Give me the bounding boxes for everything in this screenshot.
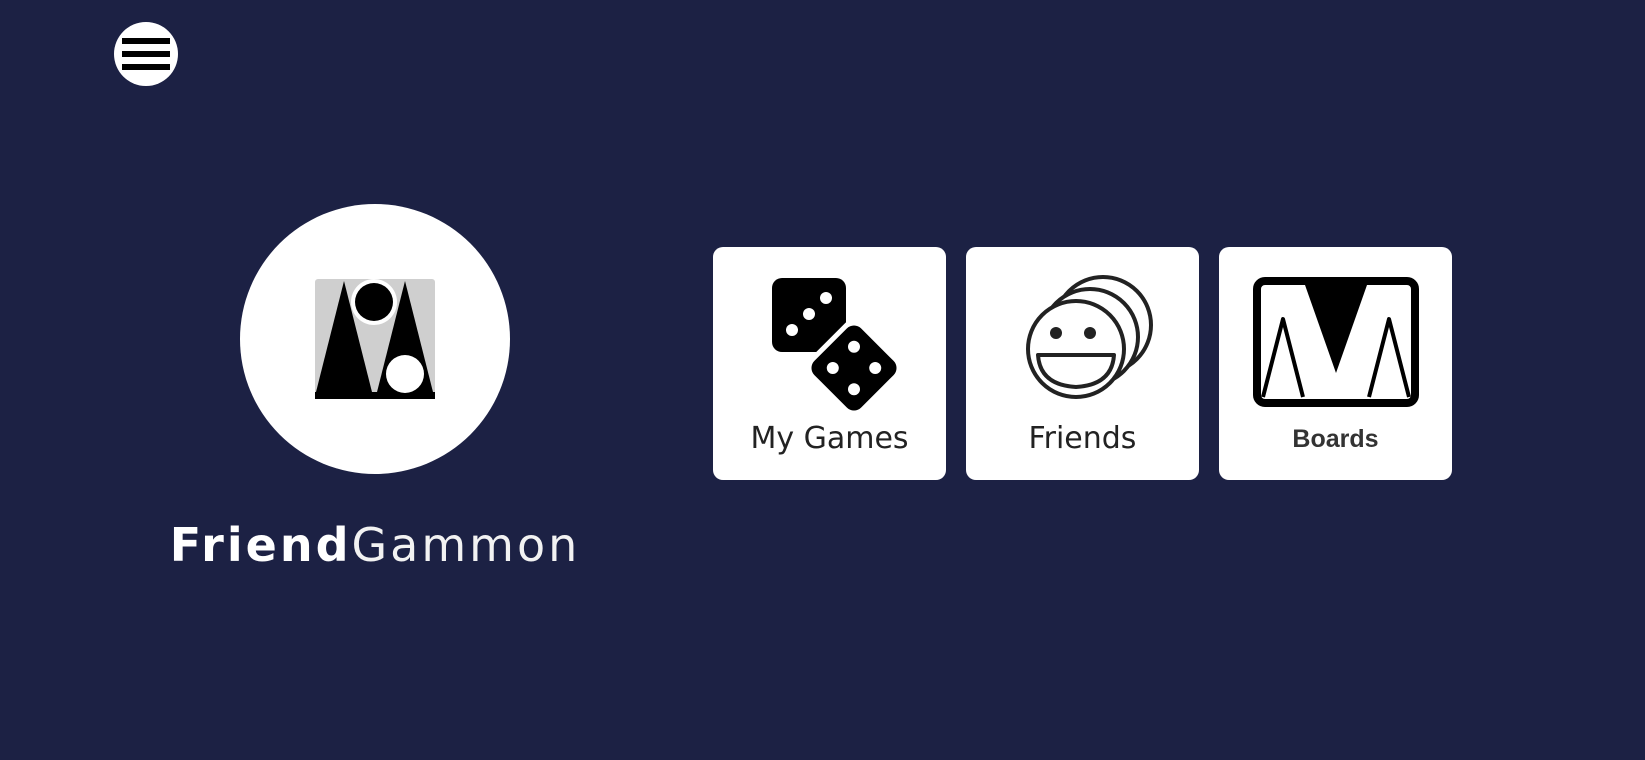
friends-label: Friends xyxy=(1028,421,1137,456)
app-title-light: Gammon xyxy=(351,518,581,572)
dice-icon xyxy=(771,278,900,412)
boards-label: Boards xyxy=(1292,425,1379,453)
hamburger-menu-icon xyxy=(122,38,170,70)
backgammon-board-icon xyxy=(1252,277,1419,407)
my-games-tile[interactable]: My Games xyxy=(713,247,946,480)
friends-tile[interactable]: Friends xyxy=(966,247,1199,480)
my-games-label: My Games xyxy=(750,421,909,456)
boards-tile[interactable]: Boards xyxy=(1219,247,1452,480)
app-title-bold: Friend xyxy=(169,518,352,572)
app-title: FriendGammon xyxy=(160,515,590,575)
menu-button[interactable] xyxy=(114,22,178,86)
backgammon-board-logo-icon xyxy=(315,279,435,399)
smiley-faces-icon xyxy=(1025,275,1153,399)
app-logo xyxy=(240,204,510,474)
